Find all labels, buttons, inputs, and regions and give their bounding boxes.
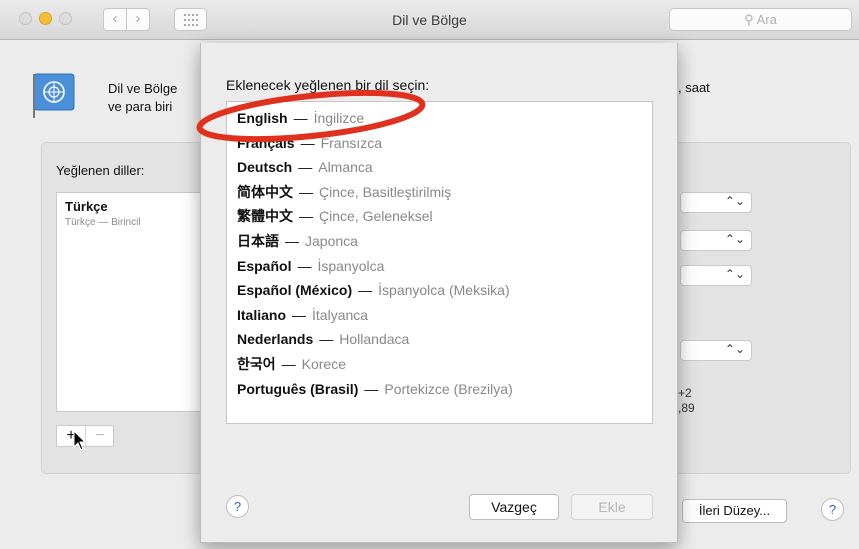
language-row[interactable]: 日本語 — Japonca	[237, 229, 358, 253]
language-row[interactable]: Español (México) — İspanyolca (Meksika)	[237, 278, 510, 302]
language-separator: —	[292, 306, 307, 323]
language-row[interactable]: Italiano — İtalyanca	[237, 303, 368, 327]
language-native-name: 日本語	[237, 233, 279, 249]
language-separator: —	[358, 282, 373, 299]
preferred-languages-label: Yeğlenen diller:	[56, 163, 145, 178]
language-row[interactable]: Español — İspanyolca	[237, 254, 384, 278]
language-native-name: Deutsch	[237, 159, 293, 176]
language-translation: İngilizce	[313, 110, 365, 126]
popup-arrows-icon: ⌃⌄	[724, 267, 745, 281]
search-input[interactable]: ⚲ Ara	[669, 8, 852, 31]
language-separator: —	[285, 233, 299, 249]
language-separator: —	[299, 183, 313, 200]
header-description-trailing: , saat	[678, 80, 710, 95]
language-native-name: Français	[237, 134, 295, 151]
language-native-name: Português (Brasil)	[237, 380, 359, 397]
language-native-name: 简体中文	[237, 183, 293, 200]
language-separator: —	[281, 356, 296, 372]
language-native-name: Italiano	[237, 306, 287, 323]
calendar-popup[interactable]: ⌃⌄	[680, 265, 752, 286]
language-native-name: Español (México)	[237, 282, 353, 299]
language-translation: İspanyolca (Meksika)	[378, 282, 510, 299]
language-row[interactable]: 한국어 — Korece	[237, 352, 346, 376]
sheet-title: Eklenecek yeğlenen bir dil seçin:	[226, 77, 430, 93]
mouse-cursor-icon	[73, 430, 87, 451]
language-row[interactable]: Français — Fransızca	[237, 131, 382, 155]
preferred-language-name[interactable]: Türkçe	[65, 199, 108, 214]
language-row[interactable]: Nederlands — Hollandaca	[237, 327, 409, 351]
popup-arrows-icon: ⌃⌄	[724, 194, 745, 208]
language-separator: —	[297, 257, 312, 274]
sheet-help-button[interactable]: ?	[226, 495, 249, 518]
sample-date-text: +2	[678, 386, 692, 400]
advanced-button[interactable]: İleri Düzey...	[682, 499, 787, 523]
search-placeholder: Ara	[756, 12, 777, 27]
language-separator: —	[300, 134, 315, 151]
language-translation: Çince, Geleneksel	[319, 208, 433, 225]
language-row[interactable]: 简体中文 — Çince, Basitleştirilmiş	[237, 180, 451, 204]
language-native-name: English	[237, 110, 288, 126]
list-sort-popup[interactable]: ⌃⌄	[680, 340, 752, 361]
region-popup[interactable]: ⌃⌄	[680, 192, 752, 213]
language-translation: Almanca	[318, 159, 373, 176]
language-translation: Portekizce (Brezilya)	[384, 380, 513, 397]
help-button[interactable]: ?	[821, 498, 844, 521]
title-bar: ‹ › Dil ve Bölge ⚲ Ara	[0, 0, 859, 40]
first-day-popup[interactable]: ⌃⌄	[680, 230, 752, 251]
language-row[interactable]: 繁體中文 — Çince, Geleneksel	[237, 204, 433, 228]
language-row[interactable]: English — İngilizce	[237, 106, 364, 130]
language-native-name: 한국어	[237, 356, 276, 372]
globe-flag-icon	[33, 73, 75, 118]
language-native-name: 繁體中文	[237, 208, 293, 225]
add-button[interactable]: Ekle	[571, 494, 653, 520]
language-translation: Korece	[301, 356, 346, 372]
popup-arrows-icon: ⌃⌄	[724, 342, 745, 356]
language-row[interactable]: Português (Brasil) — Portekizce (Brezilya)	[237, 377, 513, 401]
language-row[interactable]: Deutsch — Almanca	[237, 155, 373, 179]
language-separator: —	[293, 110, 308, 126]
preferred-languages-list[interactable]: Türkçe Türkçe — Birincil	[56, 192, 206, 412]
sample-number-text: ,89	[678, 401, 695, 415]
remove-language-button[interactable]: −	[85, 426, 114, 446]
language-translation: İtalyanca	[312, 306, 369, 323]
language-translation: Japonca	[305, 233, 358, 249]
language-translation: İspanyolca	[317, 257, 385, 274]
language-translation: Fransızca	[320, 134, 383, 151]
language-translation: Çince, Basitleştirilmiş	[319, 183, 452, 200]
search-icon: ⚲	[744, 12, 754, 27]
language-list[interactable]: English — İngilizce Français — Fransızca Deuts…	[226, 101, 653, 424]
language-separator: —	[364, 380, 379, 397]
language-separator: —	[319, 331, 334, 348]
preferred-language-subtitle: Türkçe — Birincil	[65, 217, 141, 228]
language-native-name: Nederlands	[237, 331, 314, 348]
language-translation: Hollandaca	[339, 331, 410, 348]
cancel-button[interactable]: Vazgeç	[469, 494, 559, 520]
language-separator: —	[299, 208, 313, 225]
language-separator: —	[298, 159, 313, 176]
language-native-name: Español	[237, 257, 292, 274]
popup-arrows-icon: ⌃⌄	[724, 232, 745, 246]
